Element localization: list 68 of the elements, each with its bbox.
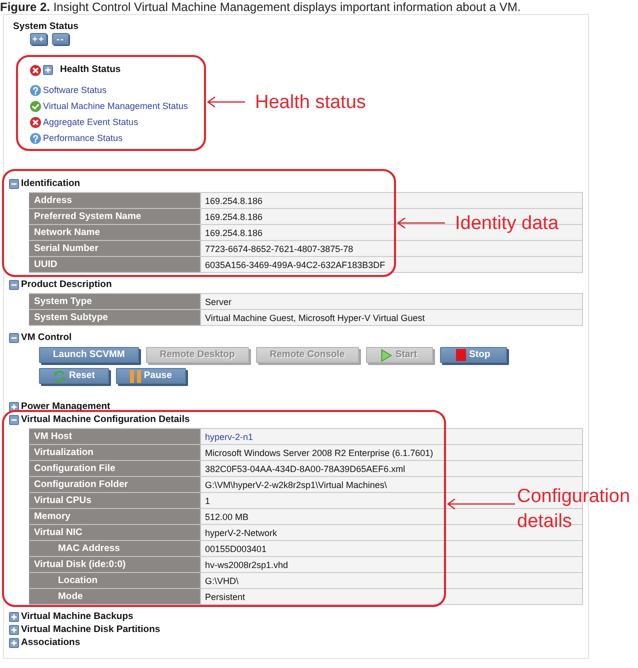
callout-arrow (396, 217, 446, 229)
field-label: Network Name (30, 224, 200, 240)
field-value: hv-ws2008r2sp1.vhd (200, 556, 582, 572)
section-title: Identification (21, 177, 80, 190)
field-label: Mode (30, 588, 200, 604)
field-label: VM Host (30, 428, 200, 444)
field-label: Configuration Folder (30, 476, 200, 492)
status-link[interactable]: Aggregate Event Status (43, 114, 138, 130)
field-label: Address (30, 192, 200, 208)
reset-button[interactable]: Reset (39, 368, 109, 384)
field-label: System Subtype (30, 310, 200, 326)
field-value: Microsoft Windows Server 2008 R2 Enterprise (6.1.7601) (200, 444, 582, 460)
expand-icon[interactable] (9, 612, 19, 622)
field-label: Virtual CPUs (30, 492, 200, 508)
status-link[interactable]: Virtual Machine Management Status (43, 98, 188, 114)
field-label: Virtual Disk (ide:0:0) (30, 556, 200, 572)
field-label: UUID (30, 256, 200, 272)
section-title: Virtual Machine Backups (21, 610, 134, 623)
section-title: VM Control (21, 331, 72, 344)
section-title: Virtual Machine Configuration Details (21, 413, 190, 426)
field-value: 382C0F53-04AA-434D-8A00-78A39D65AEF6.xml (200, 460, 582, 476)
pause-button[interactable]: Pause (116, 368, 186, 384)
field-label: Preferred System Name (30, 208, 200, 224)
pause-icon (130, 370, 141, 382)
host-link[interactable]: hyperv-2-n1 (205, 432, 254, 442)
section-title: Associations (21, 636, 80, 649)
expand-icon[interactable] (9, 638, 19, 648)
field-label: System Type (30, 294, 200, 310)
field-label: Serial Number (30, 240, 200, 256)
section-title: System Status (13, 21, 78, 33)
field-value: 169.254.8.186 (200, 192, 582, 208)
expand-icon[interactable] (43, 65, 53, 75)
refresh-icon (53, 370, 66, 382)
field-value: G:\VHD\ (200, 572, 582, 588)
field-label: Location (30, 572, 200, 588)
field-label: Virtual NIC (30, 524, 200, 540)
expand-icon[interactable] (9, 624, 19, 634)
section-title: Product Description (21, 278, 112, 291)
section-title: Power Management (21, 400, 110, 413)
callout-label: Health status (255, 90, 366, 114)
expand-icon[interactable] (9, 402, 19, 412)
collapse-icon[interactable] (9, 280, 19, 290)
toolbar-button[interactable]: ++ (30, 33, 47, 45)
field-value: 7723-6674-8652-7621-4807-3875-78 (200, 240, 582, 256)
play-icon (381, 348, 392, 362)
field-label: Virtualization (30, 444, 200, 460)
action-button[interactable]: Launch SCVMM (39, 347, 139, 363)
field-value: 6035A156-3469-499A-94C2-632AF183B3DF (200, 256, 582, 272)
field-value: 00155D003401 (200, 540, 582, 556)
field-value: Server (200, 294, 582, 310)
toolbar-button[interactable]: -- (52, 33, 69, 45)
status-link[interactable]: Software Status (43, 82, 107, 98)
health-title: Health Status (60, 63, 121, 77)
field-label: Memory (30, 508, 200, 524)
collapse-icon[interactable] (9, 414, 19, 424)
field-value: Virtual Machine Guest, Microsoft Hyper-V Virtual Guest (200, 310, 582, 326)
collapse-icon[interactable] (9, 178, 19, 188)
callout-arrow (446, 498, 516, 510)
collapse-icon[interactable] (9, 332, 19, 342)
stop-icon (456, 349, 466, 361)
field-value: Persistent (200, 588, 582, 604)
field-label: MAC Address (30, 540, 200, 556)
status-link[interactable]: Performance Status (43, 130, 123, 146)
stop-button[interactable]: Stop (440, 347, 507, 363)
section-title: Virtual Machine Disk Partitions (21, 623, 160, 636)
figure-caption: Figure 2. Insight Control Virtual Machine Management displays important information about a VM. (0, 0, 521, 14)
callout-arrow (206, 96, 246, 108)
field-label: Configuration File (30, 460, 200, 476)
